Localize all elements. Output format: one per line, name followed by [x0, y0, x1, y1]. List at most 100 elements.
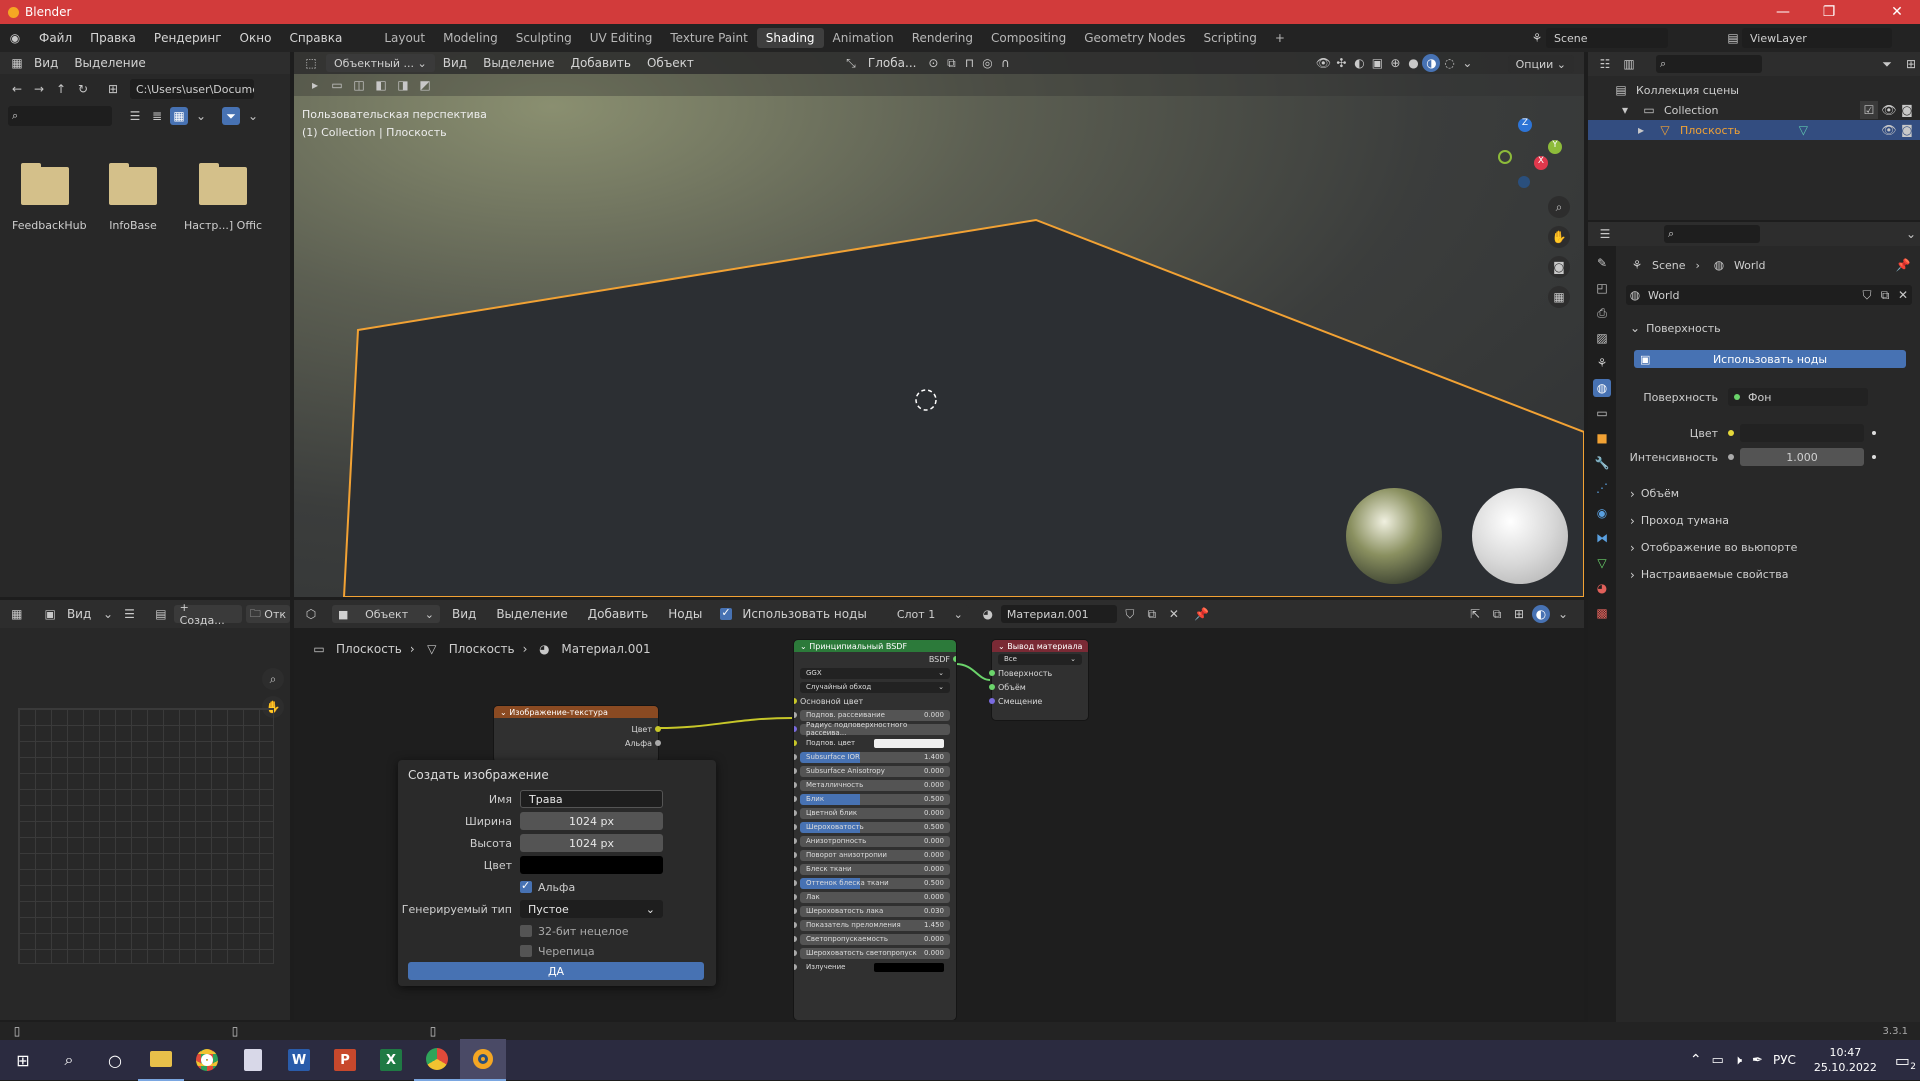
float-buffer-checkbox[interactable] — [520, 925, 532, 937]
cortana-icon[interactable]: ○ — [92, 1039, 138, 1081]
bsdf-input-field[interactable]: Цветной блик 0.000 — [800, 807, 950, 819]
options-dropdown-icon[interactable]: ⌄ — [1902, 225, 1920, 243]
emission-color-swatch[interactable] — [873, 962, 944, 972]
tab-scripting[interactable]: Scripting — [1194, 28, 1265, 48]
input-socket-icon[interactable] — [794, 740, 797, 746]
node-header[interactable]: ⌄ Изображение-текстура — [494, 706, 658, 718]
panel-custom-properties[interactable]: › Настраиваемые свойства — [1622, 561, 1920, 588]
bsdf-input-field[interactable]: Лак 0.000 — [800, 891, 950, 903]
world-datablock-selector[interactable]: ◍ World ⛉ ⧉ ✕ — [1626, 285, 1912, 305]
intensity-field[interactable]: 1.000 — [1740, 448, 1864, 466]
color-swatch[interactable] — [520, 856, 663, 874]
uv-grid[interactable] — [18, 708, 274, 964]
shader-socket-icon[interactable] — [989, 684, 995, 690]
input-socket-icon[interactable] — [794, 768, 797, 774]
menu-edit[interactable]: Правка — [81, 31, 145, 45]
input-socket-icon[interactable] — [794, 754, 797, 760]
parent-dir-icon[interactable]: ↑ — [52, 80, 70, 98]
zoom-icon[interactable]: ⌕ — [262, 668, 284, 690]
panel-viewport-display[interactable]: › Отображение во вьюпорте — [1622, 534, 1920, 561]
float-socket-icon[interactable] — [655, 740, 661, 746]
sort-dropdown-icon[interactable]: ⌄ — [192, 107, 210, 125]
target-dropdown[interactable]: Все ⌄ — [998, 653, 1082, 665]
subsurface-method-dropdown[interactable]: Случайный обход ⌄ — [800, 681, 950, 693]
bsdf-input-field[interactable]: Анизотропность 0.000 — [800, 835, 950, 847]
bsdf-input-field[interactable]: Блик 0.500 — [800, 793, 950, 805]
modifier-tab-icon[interactable]: 🔧 — [1593, 454, 1611, 472]
clock[interactable]: 10:47 25.10.2022 — [1814, 1045, 1877, 1075]
filter-icon[interactable]: ⏷ — [1878, 55, 1896, 73]
keyframe-dot-icon[interactable] — [1872, 431, 1876, 435]
mesh-data-icon[interactable]: ▽ — [1794, 121, 1812, 139]
float-buffer-row[interactable]: 32-бит нецелое — [398, 922, 708, 940]
bsdf-input-field[interactable]: Подпов. рассеивание 0.000 — [800, 709, 950, 721]
dropdown-icon[interactable]: ⌄ — [99, 605, 116, 623]
expand-arrow-icon[interactable]: ▾ — [1616, 101, 1634, 119]
particles-tab-icon[interactable]: ⋰ — [1593, 479, 1611, 497]
search-icon[interactable]: ⌕ — [46, 1039, 92, 1081]
tab-modeling[interactable]: Modeling — [434, 28, 507, 48]
viewport-3d[interactable]: ⬚ Объектный ... ⌄ Вид Выделение Добавить… — [294, 52, 1584, 597]
editor-type-icon[interactable]: ☷ — [1596, 55, 1614, 73]
material-output-node[interactable]: ⌄ Вывод материала Все ⌄ Поверхность Объём… — [989, 640, 1088, 720]
menu-render[interactable]: Рендеринг — [145, 31, 231, 45]
back-icon[interactable]: ← — [8, 80, 26, 98]
blender-menu-icon[interactable]: ◉ — [6, 29, 24, 47]
minimize-button[interactable]: — — [1760, 0, 1806, 24]
folder-item[interactable]: Настр...] Offic — [180, 163, 266, 232]
view-layer-selector[interactable]: ▤ ViewLayer — [1724, 27, 1892, 49]
list-view-icon[interactable]: ☰ — [126, 107, 144, 125]
alpha-row[interactable]: Альфа — [398, 878, 708, 896]
compact-view-icon[interactable]: ≣ — [148, 107, 166, 125]
tab-compositing[interactable]: Compositing — [982, 28, 1075, 48]
input-socket-icon[interactable] — [794, 838, 797, 844]
input-socket-icon[interactable] — [794, 782, 797, 788]
x-axis-icon[interactable]: X — [1534, 156, 1548, 170]
surface-shader-field[interactable]: Фон — [1728, 388, 1868, 406]
pen-icon[interactable]: ✒ — [1752, 1053, 1763, 1068]
word-icon[interactable]: W — [276, 1039, 322, 1081]
color-swatch[interactable] — [1740, 424, 1864, 442]
object-tab-icon[interactable]: ■ — [1593, 429, 1611, 447]
bsdf-input-field[interactable]: Излучение — [800, 962, 950, 973]
neg-z-axis-icon[interactable] — [1518, 176, 1530, 188]
height-field[interactable]: 1024 px — [520, 834, 663, 852]
render-tab-icon[interactable]: ◰ — [1593, 279, 1611, 297]
add-workspace-icon[interactable]: + — [1266, 28, 1294, 48]
chevron-up-icon[interactable]: ⌃ — [1690, 1052, 1702, 1068]
navigation-gizmo[interactable]: Z Y X — [1494, 110, 1574, 190]
principled-bsdf-node[interactable]: ⌄ Принципиальный BSDF BSDF GGX ⌄ Случайны… — [794, 640, 956, 1020]
maximize-button[interactable]: ❐ — [1806, 0, 1852, 24]
input-socket-icon[interactable] — [794, 922, 797, 928]
color-socket-icon[interactable] — [794, 698, 797, 704]
network-icon[interactable]: ▭ — [1712, 1053, 1724, 1068]
path-field[interactable]: C:\Users\user\Docume... — [130, 79, 254, 99]
float-socket-icon[interactable] — [1728, 454, 1734, 460]
bsdf-input-field[interactable]: Металличность 0.000 — [800, 779, 950, 791]
y-axis-icon[interactable]: Y — [1548, 140, 1562, 154]
editor-type-icon[interactable]: ▦ — [8, 605, 25, 623]
duplicate-icon[interactable]: ⧉ — [1876, 286, 1894, 304]
volume-icon[interactable]: 🕨 — [1734, 1053, 1742, 1068]
constraints-tab-icon[interactable]: ⧓ — [1593, 529, 1611, 547]
refresh-icon[interactable]: ↻ — [74, 80, 92, 98]
vector-socket-icon[interactable] — [989, 698, 995, 704]
data-tab-icon[interactable]: ▽ — [1593, 554, 1611, 572]
menu-help[interactable]: Справка — [280, 31, 351, 45]
texture-tab-icon[interactable]: ▩ — [1593, 604, 1611, 622]
input-socket-icon[interactable] — [794, 726, 797, 732]
scene-collection-label[interactable]: Коллекция сцены — [1636, 84, 1739, 97]
image-texture-node[interactable]: ⌄ Изображение-текстура Цвет Альфа — [494, 706, 661, 762]
z-axis-icon[interactable]: Z — [1518, 118, 1532, 132]
physics-tab-icon[interactable]: ◉ — [1593, 504, 1611, 522]
tiled-row[interactable]: Черепица — [398, 944, 708, 958]
eye-icon[interactable]: 👁 — [1880, 101, 1898, 119]
zoom-icon[interactable]: ⌕ — [1548, 196, 1570, 218]
expand-arrow-icon[interactable]: ▸ — [1632, 121, 1650, 139]
tab-sculpting[interactable]: Sculpting — [507, 28, 581, 48]
bsdf-input-field[interactable]: Показатель преломления 1.450 — [800, 919, 950, 931]
tab-animation[interactable]: Animation — [824, 28, 903, 48]
shader-socket-icon[interactable] — [953, 656, 956, 662]
folder-item[interactable]: FeedbackHub — [12, 163, 87, 232]
display-mode-icon[interactable]: ▥ — [1620, 55, 1638, 73]
